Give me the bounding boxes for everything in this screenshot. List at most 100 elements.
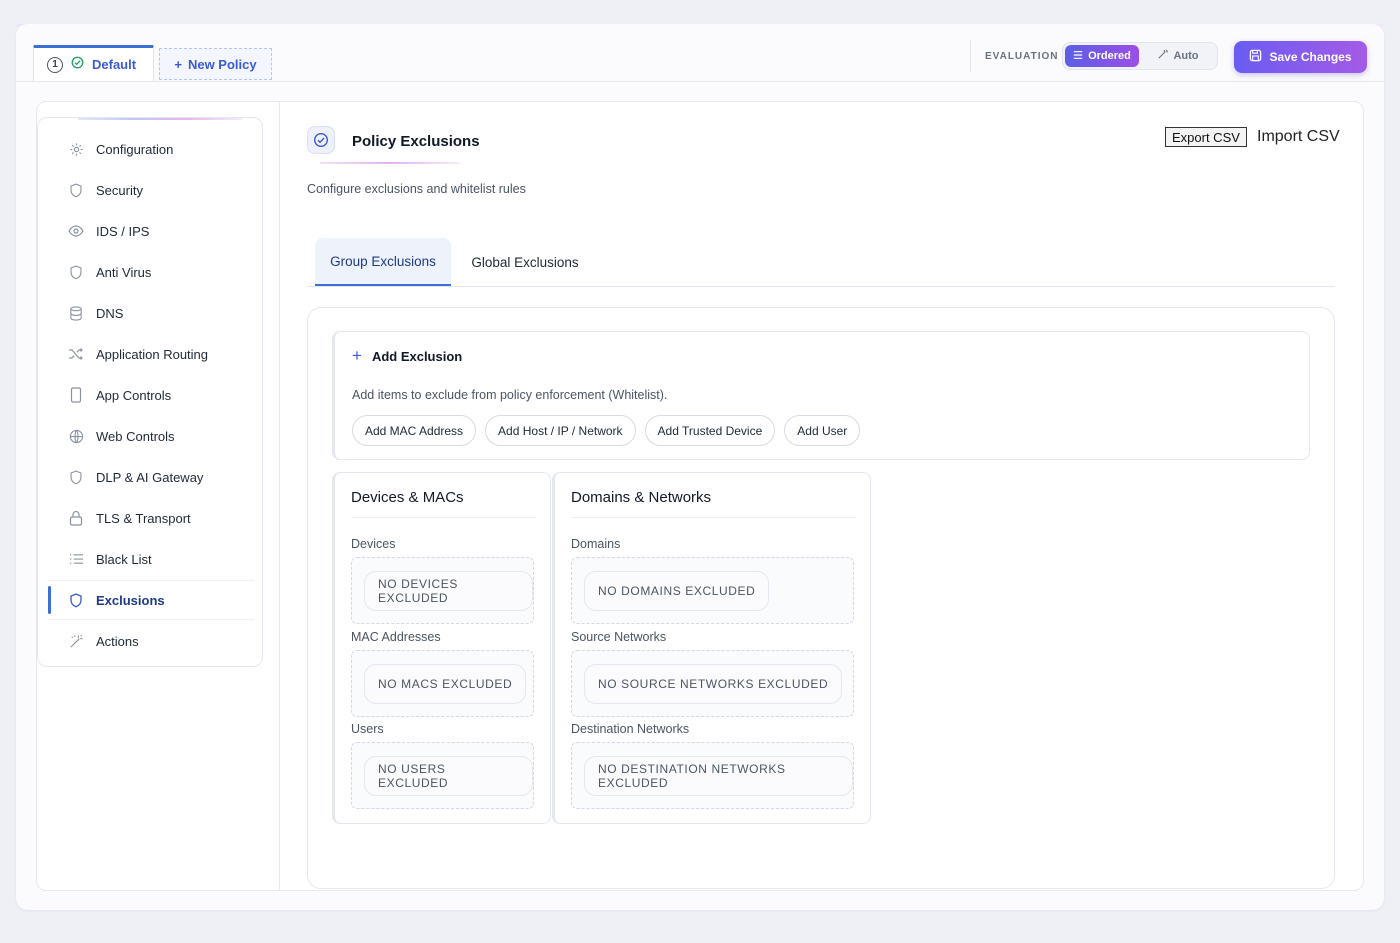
sidebar-item-configuration[interactable]: Configuration xyxy=(48,130,254,168)
sidebar: Configuration Security IDS / IPS Anti Vi… xyxy=(37,117,263,667)
sidebar-item-label: DNS xyxy=(96,305,124,321)
devices-label: Devices xyxy=(351,537,396,551)
eye-icon xyxy=(68,223,84,239)
domains-dropzone: NO DOMAINS EXCLUDED xyxy=(571,557,854,624)
sidebar-item-app-controls[interactable]: App Controls xyxy=(48,376,254,414)
macs-empty-state: NO MACS EXCLUDED xyxy=(364,664,527,704)
check-circle-icon xyxy=(307,126,335,154)
sidebar-item-actions[interactable]: Actions xyxy=(48,622,254,660)
sidebar-item-label: Security xyxy=(96,182,143,198)
add-host-ip-network-button[interactable]: Add Host / IP / Network xyxy=(485,415,636,446)
panel-divider xyxy=(571,517,856,518)
add-mac-address-button[interactable]: Add MAC Address xyxy=(352,415,477,446)
destination-networks-label: Destination Networks xyxy=(571,722,690,736)
devices-dropzone: NO DEVICES EXCLUDED xyxy=(351,557,534,624)
evaluation-mode-toggle: Ordered Auto xyxy=(1062,42,1218,70)
add-exclusion-title: Add Exclusion xyxy=(371,348,463,364)
sidebar-item-application-routing[interactable]: Application Routing xyxy=(48,335,254,373)
users-dropzone: NO USERS EXCLUDED xyxy=(351,742,534,809)
toolbar-divider xyxy=(970,40,971,72)
add-exclusion-section: + Add Exclusion Add items to exclude fro… xyxy=(332,331,1310,460)
panel-divider xyxy=(351,517,536,518)
gear-icon xyxy=(68,141,84,157)
wand-icon xyxy=(68,633,84,649)
sidebar-item-label: IDS / IPS xyxy=(96,223,150,239)
shield-icon xyxy=(68,182,84,198)
mode-auto-label: Auto xyxy=(1173,50,1199,62)
mode-ordered-label: Ordered xyxy=(1088,50,1131,62)
domains-empty-state: NO DOMAINS EXCLUDED xyxy=(584,571,770,611)
destination-networks-empty-state: NO DESTINATION NETWORKS EXCLUDED xyxy=(584,756,853,796)
wand-icon xyxy=(1157,49,1169,63)
sidebar-item-dns[interactable]: DNS xyxy=(48,294,254,332)
page-subtitle: Configure exclusions and whitelist rules xyxy=(307,182,526,196)
policy-number-badge: 1 xyxy=(47,56,63,73)
tabs-divider xyxy=(307,286,1335,287)
tab-group-exclusions[interactable]: Group Exclusions xyxy=(315,238,451,286)
domains-label: Domains xyxy=(571,537,621,551)
exclusions-card: + Add Exclusion Add items to exclude fro… xyxy=(307,307,1335,889)
add-buttons-group: Add MAC Address Add Host / IP / Network … xyxy=(352,415,861,446)
lock-icon xyxy=(68,510,84,526)
sidebar-item-label: Configuration xyxy=(96,141,174,157)
sidebar-item-anti-virus[interactable]: Anti Virus xyxy=(48,253,254,291)
export-csv-button[interactable]: Export CSV xyxy=(1165,127,1247,147)
shield-icon xyxy=(68,469,84,485)
sidebar-item-label: Actions xyxy=(96,633,139,649)
sidebar-item-tls-transport[interactable]: TLS & Transport xyxy=(48,499,254,537)
mode-ordered-button[interactable]: Ordered xyxy=(1065,45,1139,67)
phone-icon xyxy=(68,387,84,403)
sidebar-item-label: Exclusions xyxy=(96,592,165,608)
sidebar-item-label: Application Routing xyxy=(96,346,209,362)
source-networks-dropzone: NO SOURCE NETWORKS EXCLUDED xyxy=(571,650,854,717)
sidebar-item-web-controls[interactable]: Web Controls xyxy=(48,417,254,455)
panel-title: Devices & MACs xyxy=(351,489,464,506)
evaluation-label: EVALUATION xyxy=(985,51,1059,62)
save-icon xyxy=(1249,49,1262,65)
source-networks-empty-state: NO SOURCE NETWORKS EXCLUDED xyxy=(584,664,843,704)
title-underline xyxy=(320,162,460,164)
sidebar-item-ids-ips[interactable]: IDS / IPS xyxy=(48,212,254,250)
new-policy-button[interactable]: + New Policy xyxy=(159,48,272,80)
mac-addresses-label: MAC Addresses xyxy=(351,630,441,644)
users-label: Users xyxy=(351,722,384,736)
save-changes-button[interactable]: Save Changes xyxy=(1234,41,1367,73)
list-icon xyxy=(1073,50,1083,63)
top-bar: 1 Default + New Policy EVALUATION Ordere… xyxy=(16,24,1384,82)
add-user-button[interactable]: Add User xyxy=(784,415,861,446)
shuffle-icon xyxy=(68,346,84,362)
plus-icon: + xyxy=(174,56,182,72)
panel-title: Domains & Networks xyxy=(571,489,712,506)
add-exclusion-header: + Add Exclusion xyxy=(352,346,462,366)
sidebar-item-exclusions[interactable]: Exclusions xyxy=(48,581,254,619)
import-csv-button[interactable]: Import CSV xyxy=(1257,128,1340,146)
plus-icon: + xyxy=(352,346,362,365)
shield-icon xyxy=(68,264,84,280)
sidebar-item-label: TLS & Transport xyxy=(96,510,191,526)
add-trusted-device-button[interactable]: Add Trusted Device xyxy=(644,415,776,446)
devices-macs-panel: Devices & MACs Devices NO DEVICES EXCLUD… xyxy=(332,472,551,824)
sidebar-item-dlp-ai-gateway[interactable]: DLP & AI Gateway xyxy=(48,458,254,496)
devices-empty-state: NO DEVICES EXCLUDED xyxy=(364,571,533,611)
sidebar-item-security[interactable]: Security xyxy=(48,171,254,209)
shield-icon xyxy=(68,592,84,608)
destination-networks-dropzone: NO DESTINATION NETWORKS EXCLUDED xyxy=(571,742,854,809)
sidebar-item-label: Web Controls xyxy=(96,428,175,444)
tab-default-label: Default xyxy=(92,57,137,72)
sidebar-item-label: App Controls xyxy=(96,387,172,403)
sidebar-item-label: Black List xyxy=(96,551,152,567)
sidebar-item-black-list[interactable]: Black List xyxy=(48,540,254,578)
save-label: Save Changes xyxy=(1269,50,1352,64)
page-title: Policy Exclusions xyxy=(352,133,480,150)
check-circle-icon xyxy=(71,56,84,74)
mode-auto-button[interactable]: Auto xyxy=(1141,45,1215,67)
main-panel: Policy Exclusions Export CSV Import CSV … xyxy=(280,102,1363,890)
domains-networks-panel: Domains & Networks Domains NO DOMAINS EX… xyxy=(552,472,871,824)
tab-default-policy[interactable]: 1 Default xyxy=(33,45,154,81)
source-networks-label: Source Networks xyxy=(571,630,667,644)
macs-dropzone: NO MACS EXCLUDED xyxy=(351,650,534,717)
tab-global-exclusions[interactable]: Global Exclusions xyxy=(458,238,592,286)
list-icon xyxy=(68,551,84,567)
database-icon xyxy=(68,305,84,321)
globe-icon xyxy=(68,428,84,444)
